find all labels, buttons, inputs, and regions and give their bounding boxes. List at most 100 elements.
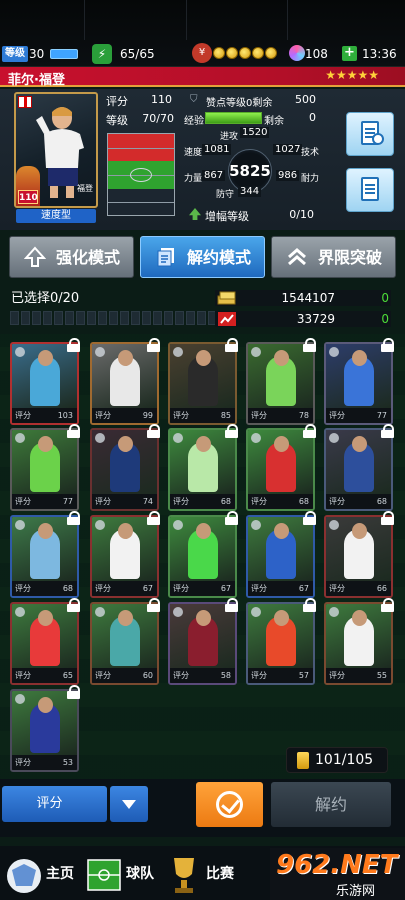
points-value: 33729 xyxy=(296,312,335,326)
position-map xyxy=(107,133,175,216)
lock-icon[interactable] xyxy=(67,511,80,525)
roster-capacity: 101/105 xyxy=(286,747,388,773)
player-card-item[interactable]: 评分 103 xyxy=(10,342,79,425)
lock-icon[interactable] xyxy=(381,424,394,438)
selection-slot xyxy=(153,311,162,325)
player-card-item[interactable]: 评分 77 xyxy=(324,342,393,425)
player-card-item[interactable]: 评分 77 xyxy=(10,428,79,511)
energy-icon: ⚡ xyxy=(92,44,112,64)
card-footer: 评分 58 xyxy=(170,668,235,683)
coin-icon xyxy=(226,47,238,59)
lock-icon[interactable] xyxy=(67,685,80,699)
lock-icon[interactable] xyxy=(225,338,238,352)
action-bar: 评分 解约 xyxy=(0,779,405,837)
lock-icon[interactable] xyxy=(381,598,394,612)
lock-icon[interactable] xyxy=(147,338,160,352)
confirm-button[interactable] xyxy=(196,782,263,827)
money-extra: 0 xyxy=(381,291,389,305)
card-footer: 评分 77 xyxy=(326,408,391,423)
selection-slot xyxy=(186,311,195,325)
player-card-item[interactable]: 评分 68 xyxy=(10,515,79,598)
lock-icon[interactable] xyxy=(303,424,316,438)
lock-icon[interactable] xyxy=(303,511,316,525)
tab-enhance-mode[interactable]: 强化模式 xyxy=(9,236,134,278)
boost-value: 0/10 xyxy=(289,208,314,221)
player-head xyxy=(274,436,289,452)
player-card-item[interactable]: 评分 67 xyxy=(246,515,315,598)
lock-icon[interactable] xyxy=(147,598,160,612)
player-head xyxy=(118,350,133,366)
player-card-item[interactable]: 评分 66 xyxy=(324,515,393,598)
money-value: 1544107 xyxy=(281,291,335,305)
score-label: 评分 xyxy=(251,584,267,593)
score-value: 77 xyxy=(376,411,387,420)
player-card-item[interactable]: 评分 68 xyxy=(168,428,237,511)
player-card-item[interactable]: 评分 68 xyxy=(246,428,315,511)
lock-icon[interactable] xyxy=(147,511,160,525)
player-report-button[interactable] xyxy=(346,168,394,212)
player-card-item[interactable]: 评分 60 xyxy=(90,602,159,685)
lock-icon[interactable] xyxy=(303,338,316,352)
lock-icon[interactable] xyxy=(67,424,80,438)
player-head xyxy=(38,523,53,539)
nav-match[interactable]: 比赛 xyxy=(164,850,242,898)
points-extra: 0 xyxy=(381,312,389,326)
nav-home[interactable]: 主页 xyxy=(4,850,82,898)
score-label: 评分 xyxy=(15,758,31,767)
club-badge-icon xyxy=(15,520,25,530)
nav-team[interactable]: 球队 xyxy=(84,850,162,898)
score-label: 评分 xyxy=(95,671,111,680)
player-card-item[interactable]: 评分 78 xyxy=(246,342,315,425)
player-card-item[interactable]: 评分 85 xyxy=(168,342,237,425)
money-stack-icon xyxy=(217,291,236,305)
lock-icon[interactable] xyxy=(225,424,238,438)
lock-icon[interactable] xyxy=(381,511,394,525)
player-head xyxy=(352,436,367,452)
player-card-item[interactable]: 评分 99 xyxy=(90,342,159,425)
player-head xyxy=(196,610,211,626)
score-value: 57 xyxy=(298,671,309,680)
lock-icon[interactable] xyxy=(67,598,80,612)
player-details-button[interactable] xyxy=(346,112,394,156)
card-rating: 110 xyxy=(18,190,38,204)
sort-button[interactable]: 评分 xyxy=(2,786,107,822)
player-card-item[interactable]: 评分 53 xyxy=(10,689,79,772)
player-head xyxy=(352,610,367,626)
coin-bag-icon[interactable]: ¥ xyxy=(192,43,212,63)
player-card-item[interactable]: 评分 74 xyxy=(90,428,159,511)
player-card-item[interactable]: 评分 58 xyxy=(168,602,237,685)
tab-release-mode[interactable]: 解约模式 xyxy=(140,236,265,278)
card-footer: 评分 53 xyxy=(12,755,77,770)
release-button[interactable]: 解约 xyxy=(271,782,391,827)
lock-icon[interactable] xyxy=(147,424,160,438)
sort-dropdown-button[interactable] xyxy=(110,786,148,822)
add-gems-button[interactable]: + xyxy=(342,46,357,61)
club-badge-icon xyxy=(15,433,25,443)
player-card-item[interactable]: 评分 57 xyxy=(246,602,315,685)
score-value: 99 xyxy=(142,411,153,420)
club-badge-icon xyxy=(251,520,261,530)
player-card-item[interactable]: 评分 68 xyxy=(324,428,393,511)
player-head xyxy=(118,610,133,626)
lock-icon[interactable] xyxy=(381,338,394,352)
lock-icon[interactable] xyxy=(67,338,80,352)
lock-icon[interactable] xyxy=(303,598,316,612)
lock-icon[interactable] xyxy=(225,598,238,612)
points-row: 33729 0 xyxy=(215,311,391,327)
player-head xyxy=(196,523,211,539)
score-value: 67 xyxy=(220,584,231,593)
lock-icon[interactable] xyxy=(225,511,238,525)
club-badge-icon xyxy=(329,347,339,357)
player-card-item[interactable]: 评分 65 xyxy=(10,602,79,685)
club-badge-icon xyxy=(329,433,339,443)
tab-limit-break[interactable]: 界限突破 xyxy=(271,236,396,278)
mode-tabs: 强化模式 解约模式 界限突破 xyxy=(9,236,397,278)
player-card-item[interactable]: 评分 67 xyxy=(168,515,237,598)
player-card-item[interactable]: 评分 67 xyxy=(90,515,159,598)
card-footer: 评分 66 xyxy=(326,581,391,596)
level-badge: 等级 xyxy=(2,46,28,62)
selection-slot xyxy=(65,311,74,325)
player-card-item[interactable]: 评分 55 xyxy=(324,602,393,685)
score-label: 评分 xyxy=(173,497,189,506)
player-card[interactable]: 110 福登 xyxy=(14,92,98,208)
